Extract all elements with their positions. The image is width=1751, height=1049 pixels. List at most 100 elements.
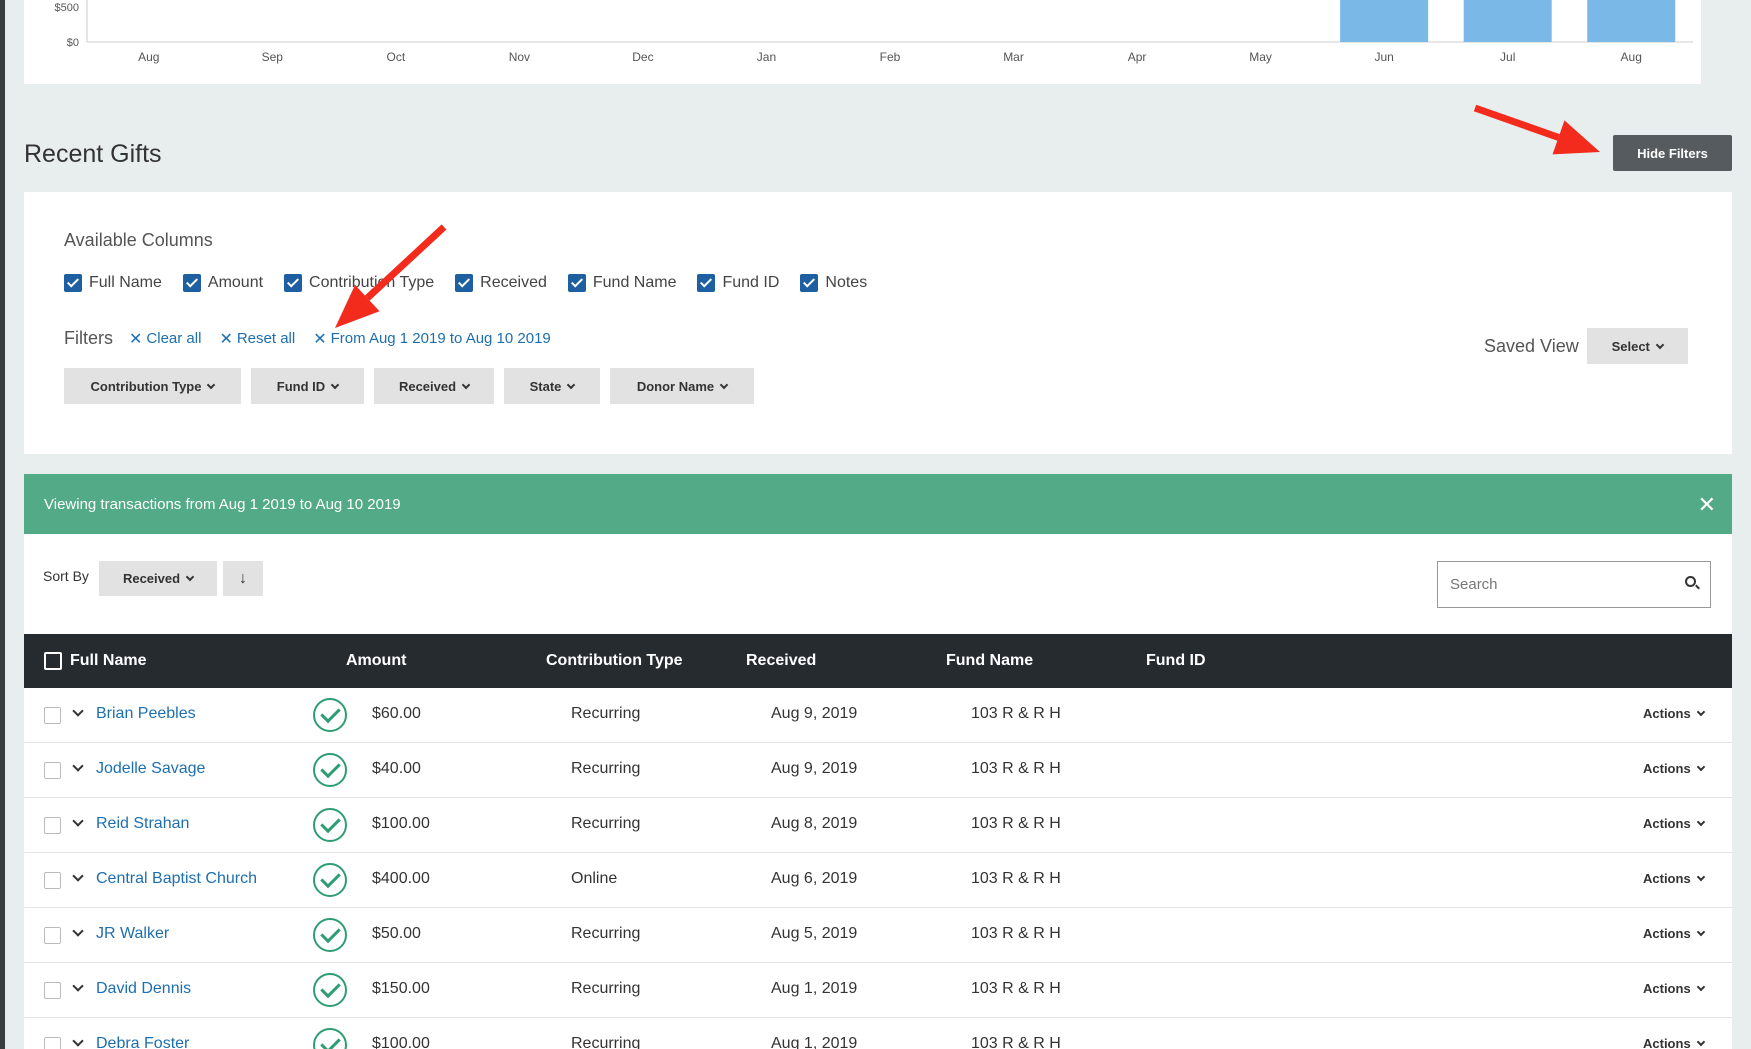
received-dropdown[interactable]: Received [374, 368, 494, 404]
received-cell: Aug 9, 2019 [771, 705, 858, 722]
x-tick-label: Mar [1003, 50, 1024, 64]
fund-id-dropdown[interactable]: Fund ID [251, 368, 364, 404]
donor-name-link[interactable]: Central Baptist Church [96, 870, 257, 888]
actions-label: Actions [1643, 706, 1691, 721]
expand-chevron-icon[interactable] [72, 815, 84, 827]
column-header-fund-id[interactable]: Fund ID [1146, 652, 1206, 670]
donor-name-link[interactable]: JR Walker [96, 925, 169, 943]
contribution-type-cell: Recurring [571, 980, 641, 997]
checkbox-checked-icon[interactable] [64, 274, 82, 292]
received-cell: Aug 9, 2019 [771, 760, 858, 777]
donor-name-link[interactable]: Jodelle Savage [96, 760, 205, 778]
available-columns-title: Available Columns [64, 230, 213, 250]
donor-name-link[interactable]: Brian Peebles [96, 705, 196, 723]
reset-all-link[interactable]: ✕ Reset all [219, 329, 295, 349]
column-header-amount[interactable]: Amount [346, 652, 406, 670]
column-option-full-name[interactable]: Full Name [64, 274, 162, 292]
row-checkbox[interactable] [44, 762, 61, 779]
contribution-type-cell: Recurring [571, 705, 641, 722]
arrow-down-icon: ↓ [239, 569, 247, 587]
row-checkbox[interactable] [44, 1037, 61, 1049]
y-tick-label: $500 [55, 2, 79, 14]
actions-menu[interactable]: Actions [1643, 706, 1705, 721]
dropdown-label: Received [398, 378, 457, 394]
check-circle-icon [313, 863, 347, 897]
actions-menu[interactable]: Actions [1643, 871, 1705, 886]
checkbox-checked-icon[interactable] [455, 274, 474, 292]
columns-list: Full Name Amount Contribution Type Recei… [64, 274, 888, 292]
row-checkbox[interactable] [44, 817, 61, 834]
checkbox-checked-icon[interactable] [182, 274, 201, 292]
chart-bar [1587, 0, 1676, 42]
expand-chevron-icon[interactable] [72, 980, 84, 992]
column-header-contribution-type[interactable]: Contribution Type [546, 652, 683, 670]
sort-direction-button[interactable]: ↓ [223, 561, 263, 596]
table-row: Jodelle Savage $40.00 Recurring Aug 9, 2019… [24, 743, 1732, 798]
column-option-fund-id[interactable]: Fund ID [697, 274, 779, 292]
checkbox-checked-icon[interactable] [567, 274, 586, 292]
donor-name-link[interactable]: Debra Foster [96, 1035, 189, 1049]
column-header-fund-name[interactable]: Fund Name [946, 652, 1033, 670]
transactions-panel: Sort By Received ↓ Search Full Name Amou… [24, 534, 1732, 1049]
column-option-fund-name[interactable]: Fund Name [567, 274, 676, 292]
hide-filters-button[interactable]: Hide Filters [1613, 135, 1732, 171]
expand-chevron-icon[interactable] [72, 1035, 84, 1047]
column-header-received[interactable]: Received [746, 652, 816, 670]
expand-chevron-icon[interactable] [72, 925, 84, 937]
expand-chevron-icon[interactable] [72, 870, 84, 882]
contribution-type-dropdown[interactable]: Contribution Type [64, 368, 241, 404]
expand-chevron-icon[interactable] [72, 705, 84, 717]
actions-menu[interactable]: Actions [1643, 761, 1705, 776]
dropdown-label: Donor Name [636, 378, 715, 394]
x-tick-label: Dec [632, 50, 653, 64]
checkbox-checked-icon[interactable] [800, 274, 819, 292]
column-option-label: Full Name [89, 274, 162, 291]
filters-panel: Available Columns Full Name Amount Contr… [24, 192, 1732, 454]
x-tick-label: Jan [757, 50, 776, 64]
chart-bar [1463, 0, 1552, 42]
donor-name-link[interactable]: David Dennis [96, 980, 191, 998]
chart-card: $500 $0 Aug Sep Oct Nov Dec Jan Feb Mar Apr May Jun J… [24, 0, 1701, 84]
donor-name-dropdown[interactable]: Donor Name [610, 368, 754, 404]
check-circle-icon [313, 753, 347, 787]
column-option-notes[interactable]: Notes [800, 274, 867, 292]
chevron-down-icon [330, 380, 340, 389]
chip-label: Clear all [146, 330, 202, 347]
annotation-arrow-hide-filters-head [1552, 120, 1600, 155]
actions-label: Actions [1643, 871, 1691, 886]
table-row: David Dennis $150.00 Recurring Aug 1, 2019 1… [24, 963, 1732, 1018]
checkbox-checked-icon[interactable] [697, 274, 716, 292]
x-tick-label: Sep [262, 50, 284, 64]
close-icon[interactable]: ✕ [1698, 492, 1716, 518]
row-checkbox[interactable] [44, 872, 61, 889]
chip-label: From Aug 1 2019 to Aug 10 2019 [330, 330, 551, 347]
actions-menu[interactable]: Actions [1643, 1036, 1705, 1049]
column-option-received[interactable]: Received [455, 274, 547, 292]
sort-by-dropdown[interactable]: Received [99, 561, 217, 596]
search-icon[interactable] [1685, 576, 1696, 587]
select-all-checkbox[interactable] [44, 652, 62, 670]
clear-all-link[interactable]: ✕ Clear all [129, 329, 201, 349]
search-input[interactable]: Search [1437, 561, 1711, 608]
column-header-full-name[interactable]: Full Name [70, 652, 146, 670]
check-circle-icon [313, 1028, 347, 1049]
row-checkbox[interactable] [44, 927, 61, 944]
row-checkbox[interactable] [44, 707, 61, 724]
saved-view-select[interactable]: Select [1586, 328, 1688, 364]
donor-name-link[interactable]: Reid Strahan [96, 815, 189, 833]
chart-bar [1340, 0, 1429, 42]
chevron-down-icon [1696, 817, 1705, 827]
column-option-amount[interactable]: Amount [182, 274, 263, 292]
expand-chevron-icon[interactable] [72, 760, 84, 772]
actions-menu[interactable]: Actions [1643, 816, 1705, 831]
fund-name-cell: 103 R & R H [971, 705, 1061, 722]
column-option-contribution-type[interactable]: Contribution Type [284, 274, 434, 292]
actions-menu[interactable]: Actions [1643, 926, 1705, 941]
chevron-down-icon [1696, 762, 1705, 772]
state-dropdown[interactable]: State [504, 368, 600, 404]
row-checkbox[interactable] [44, 982, 61, 999]
checkbox-checked-icon[interactable] [284, 274, 303, 292]
column-option-label: Contribution Type [309, 274, 435, 291]
date-range-filter-chip[interactable]: ✕ From Aug 1 2019 to Aug 10 2019 [313, 329, 551, 349]
actions-menu[interactable]: Actions [1643, 981, 1705, 996]
